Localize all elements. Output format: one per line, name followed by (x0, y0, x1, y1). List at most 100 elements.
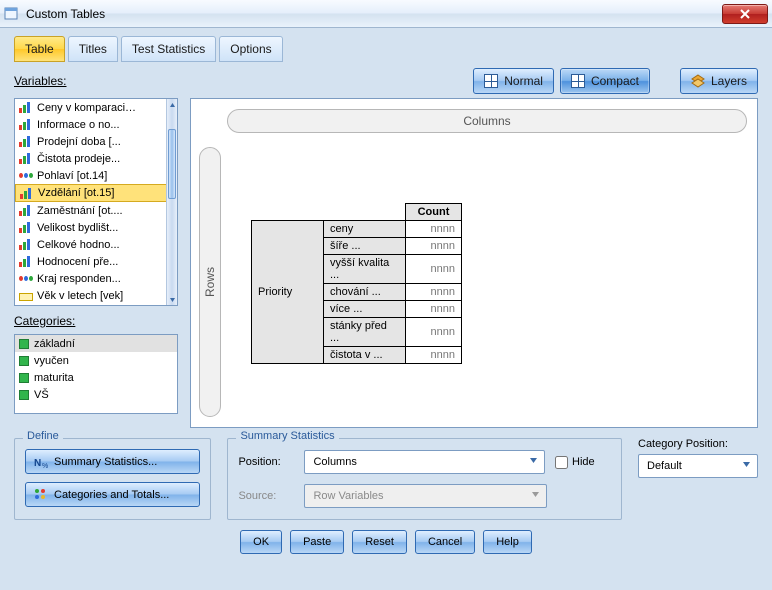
variable-label: Informace o no... (37, 119, 120, 131)
action-buttons: OK Paste Reset Cancel Help (14, 530, 758, 554)
summary-icon: N% (34, 455, 48, 469)
variable-item[interactable]: Kraj responden... (15, 270, 177, 287)
tab-titles[interactable]: Titles (68, 36, 118, 62)
paste-button[interactable]: Paste (290, 530, 344, 554)
rows-drop-zone[interactable]: Rows (199, 147, 221, 417)
category-item[interactable]: VŠ (15, 386, 177, 403)
source-label: Source: (238, 490, 294, 502)
titlebar: Custom Tables (0, 0, 772, 28)
variable-item[interactable]: Prodejní doba [... (15, 133, 177, 150)
tab-label: Options (230, 42, 271, 56)
bars-icon (19, 222, 33, 233)
bars-icon (19, 136, 33, 147)
columns-drop-zone[interactable]: Columns (227, 109, 747, 133)
ok-button[interactable]: OK (240, 530, 282, 554)
category-label: maturita (34, 372, 74, 384)
categories-list[interactable]: základní vyučen maturita VŠ (14, 334, 178, 414)
layers-icon (691, 74, 705, 88)
view-compact-button[interactable]: Compact (560, 68, 650, 94)
circles-icon (19, 170, 33, 181)
stat-header: Count (406, 204, 462, 221)
view-normal-button[interactable]: Normal (473, 68, 554, 94)
button-label: Categories and Totals... (54, 489, 169, 501)
grid-icon (484, 74, 498, 88)
cell-value: nnnn (406, 255, 462, 284)
row-variable-label: Priority (252, 221, 324, 364)
circles-icon (19, 273, 33, 284)
variable-item[interactable]: Velikost bydlišt... (15, 219, 177, 236)
checkbox-label: Hide (572, 456, 595, 468)
chevron-down-icon (529, 456, 538, 468)
variable-item[interactable]: Ceny v komparaci… (15, 99, 177, 116)
group-legend: Summary Statistics (236, 430, 338, 442)
category-item[interactable]: základní (15, 335, 177, 352)
row-category-label: šíře ... (324, 238, 406, 255)
category-position-select[interactable]: Default (638, 454, 758, 478)
variable-label: Věk v letech [vek] (37, 290, 123, 302)
category-icon (19, 356, 29, 366)
variable-item[interactable]: Vzdělání [ot.15] (15, 184, 177, 202)
variable-item[interactable]: Celkové hodno... (15, 236, 177, 253)
tab-label: Table (25, 42, 54, 56)
row-category-label: čistota v ... (324, 347, 406, 364)
variable-item[interactable]: Informace o no... (15, 116, 177, 133)
position-label: Position: (238, 456, 294, 468)
scrollbar[interactable] (166, 99, 177, 305)
categories-icon (34, 488, 48, 502)
close-button[interactable] (722, 4, 768, 24)
category-icon (19, 339, 29, 349)
select-value: Default (647, 460, 682, 472)
position-select[interactable]: Columns (304, 450, 545, 474)
cell-value: nnnn (406, 347, 462, 364)
category-item[interactable]: vyučen (15, 352, 177, 369)
category-position-label: Category Position: (638, 438, 758, 450)
variable-label: Kraj responden... (37, 273, 121, 285)
hide-checkbox-input[interactable] (555, 456, 568, 469)
variable-item[interactable]: Hodnocení pře... (15, 253, 177, 270)
categories-label: Categories: (14, 314, 178, 328)
variable-item[interactable]: Zaměstnání [ot.... (15, 202, 177, 219)
grid-icon (571, 74, 585, 88)
bars-icon (19, 205, 33, 216)
category-position-group: Category Position: Default (638, 438, 758, 478)
variable-item[interactable]: Věk v letech [vek] (15, 287, 177, 304)
help-button[interactable]: Help (483, 530, 532, 554)
variables-label: Variables: (14, 74, 66, 88)
reset-button[interactable]: Reset (352, 530, 407, 554)
cancel-button[interactable]: Cancel (415, 530, 475, 554)
select-value: Row Variables (313, 490, 383, 502)
variable-item[interactable]: Čistota prodeje... (15, 150, 177, 167)
variable-item[interactable]: Pohlaví [ot.14] (15, 167, 177, 184)
category-label: VŠ (34, 389, 49, 401)
table-canvas[interactable]: Columns Rows CountPrioritycenynnnnšíře .… (190, 98, 758, 428)
hide-checkbox[interactable]: Hide (555, 456, 611, 469)
table-preview: CountPrioritycenynnnnšíře ...nnnnvyšší k… (251, 203, 462, 364)
button-label: Layers (711, 74, 747, 88)
bars-icon (19, 256, 33, 267)
category-icon (19, 390, 29, 400)
tab-options[interactable]: Options (219, 36, 282, 62)
scroll-down-icon[interactable] (167, 293, 178, 305)
button-label: Cancel (428, 536, 462, 548)
view-layers-button[interactable]: Layers (680, 68, 758, 94)
categories-totals-button[interactable]: Categories and Totals... (25, 482, 200, 507)
row-category-label: vyšší kvalita ... (324, 255, 406, 284)
button-label: Paste (303, 536, 331, 548)
category-item[interactable]: maturita (15, 369, 177, 386)
scroll-thumb[interactable] (168, 129, 176, 199)
source-select: Row Variables (304, 484, 547, 508)
scroll-up-icon[interactable] (167, 99, 178, 111)
svg-text:N: N (34, 458, 41, 469)
variable-label: Prodejní doba [... (37, 136, 121, 148)
category-icon (19, 373, 29, 383)
tab-label: Titles (79, 42, 107, 56)
bars-icon (19, 102, 33, 113)
table-row: Prioritycenynnnn (252, 221, 462, 238)
tab-table[interactable]: Table (14, 36, 65, 62)
cell-value: nnnn (406, 238, 462, 255)
group-legend: Define (23, 430, 63, 442)
category-label: vyučen (34, 355, 69, 367)
summary-statistics-button[interactable]: N% Summary Statistics... (25, 449, 200, 474)
variables-list[interactable]: Ceny v komparaci… Informace o no... Prodej… (14, 98, 178, 306)
tab-test-statistics[interactable]: Test Statistics (121, 36, 216, 62)
